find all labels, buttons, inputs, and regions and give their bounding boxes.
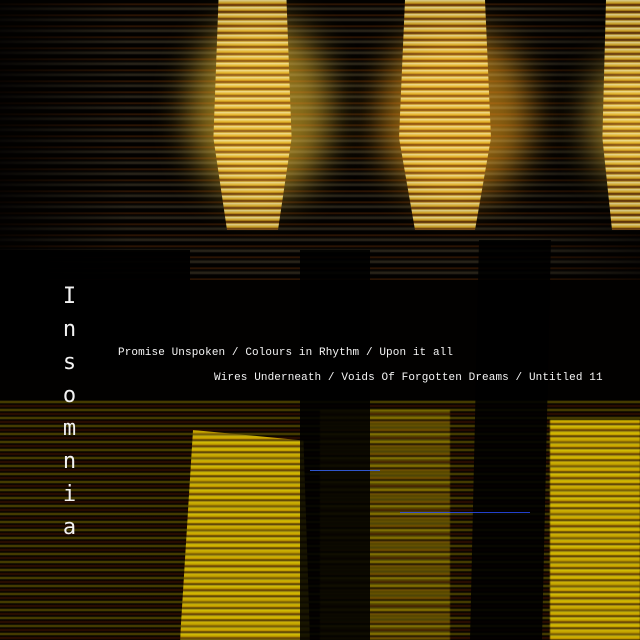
tracklist-line: Wires Underneath / Voids Of Forgotten Dr… — [214, 372, 603, 384]
album-cover: Insomnia Promise Unspoken / Colours in R… — [0, 0, 640, 640]
light-reflection — [550, 420, 640, 640]
light-pillar — [213, 0, 292, 230]
light-reflection — [180, 430, 310, 640]
tracklist-line: Promise Unspoken / Colours in Rhythm / U… — [118, 347, 454, 359]
glitch-line — [310, 470, 380, 471]
light-pillar — [399, 0, 491, 230]
shadow-column — [300, 250, 370, 640]
album-title: Insomnia — [57, 284, 82, 548]
glitch-artwork — [0, 0, 640, 640]
glitch-line — [400, 512, 530, 513]
horizontal-streaks — [0, 0, 640, 280]
